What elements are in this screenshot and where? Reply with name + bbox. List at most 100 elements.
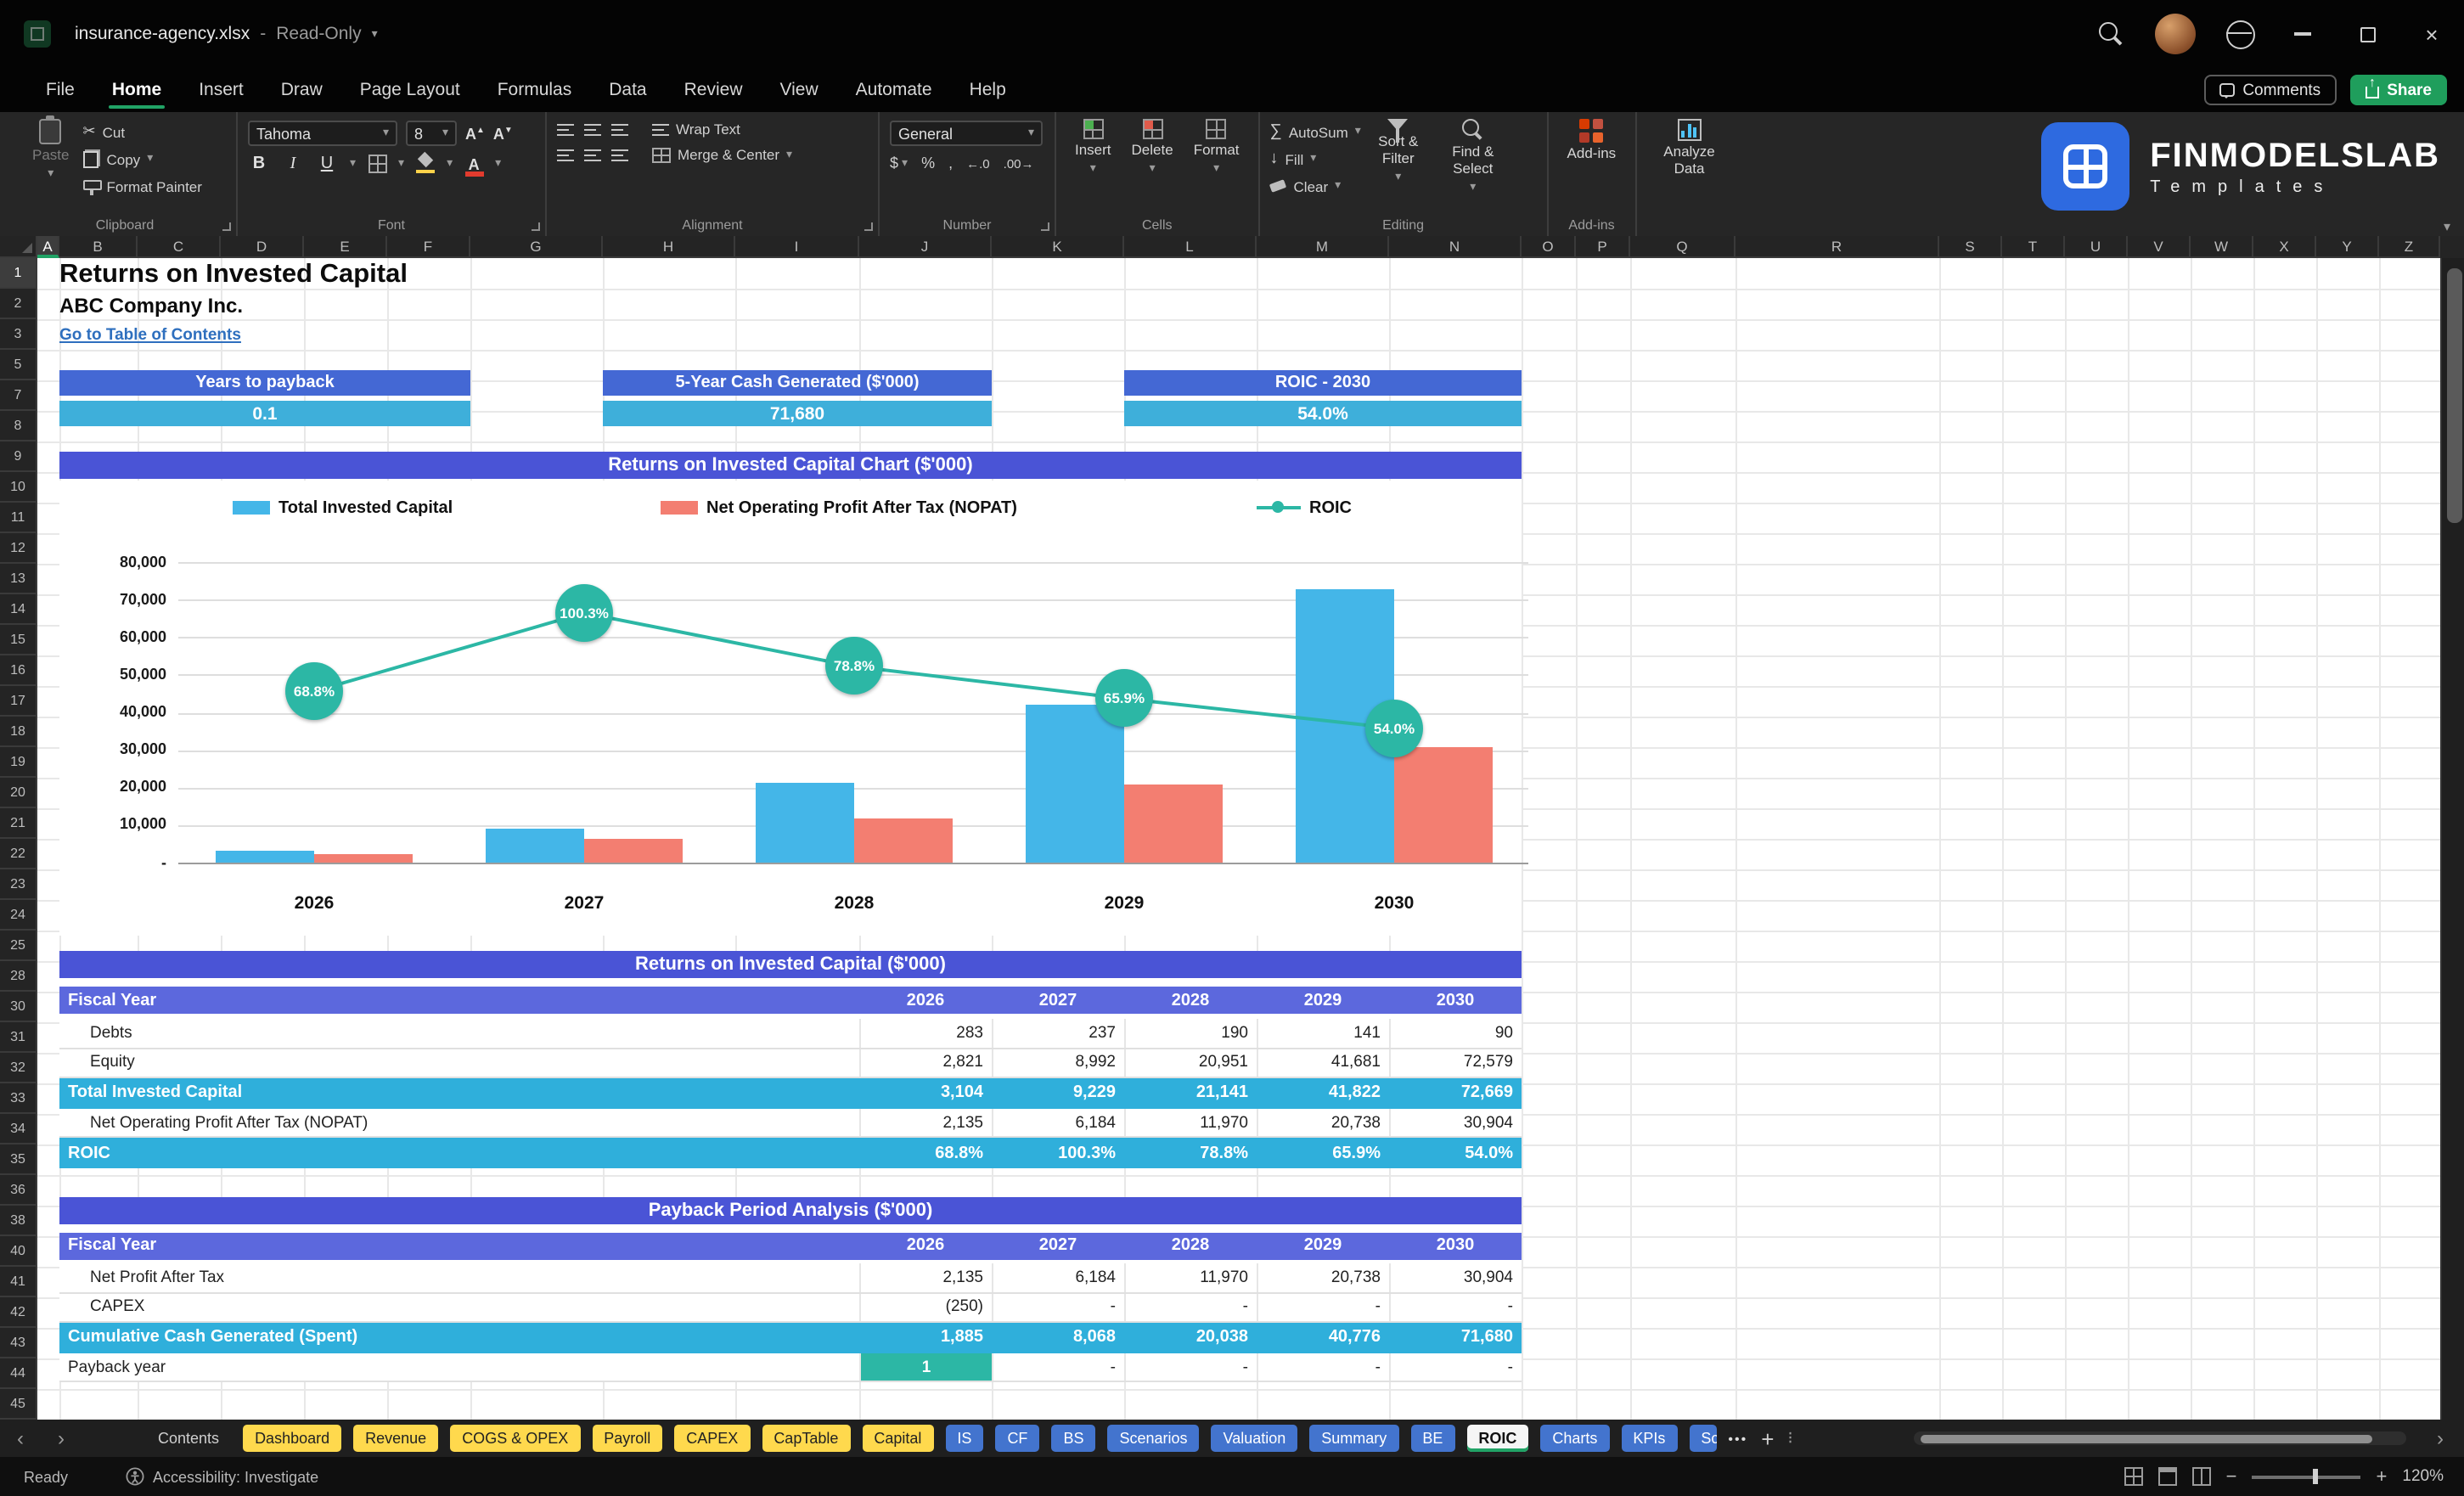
menu-tab-page-layout[interactable]: Page Layout bbox=[341, 68, 479, 112]
autosum-button[interactable]: ∑ AutoSum ▾ bbox=[1270, 121, 1361, 143]
table-row-net-profit-after-tax[interactable]: Net Profit After Tax 2,135 6,184 11,970 20,7… bbox=[59, 1263, 1522, 1294]
column-header-V[interactable]: V bbox=[2128, 236, 2191, 258]
column-header-C[interactable]: C bbox=[138, 236, 221, 258]
minimize-button[interactable] bbox=[2270, 0, 2335, 68]
row-header-10[interactable]: 10 bbox=[0, 472, 37, 503]
row-header-15[interactable]: 15 bbox=[0, 625, 37, 655]
row-header-34[interactable]: 34 bbox=[0, 1114, 37, 1144]
delete-cells-button[interactable]: Delete ▾ bbox=[1123, 112, 1182, 175]
column-header-P[interactable]: P bbox=[1576, 236, 1630, 258]
dialog-launcher-icon[interactable] bbox=[532, 222, 540, 231]
bar-net-operating-profit-after-tax-nopat-2028[interactable] bbox=[854, 818, 953, 863]
roic-data-label-2026[interactable]: 68.8% bbox=[285, 662, 343, 721]
menu-tab-data[interactable]: Data bbox=[590, 68, 665, 112]
row-header-38[interactable]: 38 bbox=[0, 1206, 37, 1236]
align-center-icon[interactable] bbox=[584, 149, 601, 160]
column-header-F[interactable]: F bbox=[387, 236, 470, 258]
sheet-tab-roic[interactable]: ROIC bbox=[1466, 1425, 1529, 1452]
cut-button[interactable]: ✂ Cut bbox=[83, 121, 202, 143]
sheet-tab-payroll[interactable]: Payroll bbox=[592, 1425, 663, 1452]
kpi-value-roic-2030[interactable]: 54.0% bbox=[1124, 401, 1522, 426]
more-sheets-button[interactable]: ••• bbox=[1728, 1431, 1747, 1446]
zoom-slider-thumb[interactable] bbox=[2313, 1469, 2319, 1484]
cell-total-invested-capital-2027[interactable]: 9,229 bbox=[992, 1078, 1124, 1108]
cell-payback-year-2028[interactable]: - bbox=[1124, 1353, 1257, 1381]
row-header-8[interactable]: 8 bbox=[0, 411, 37, 441]
cell-net-operating-profit-after-tax-nopat-2029[interactable]: 20,738 bbox=[1257, 1108, 1389, 1137]
dialog-launcher-icon[interactable] bbox=[864, 222, 873, 231]
cell-roic-2027[interactable]: 100.3% bbox=[992, 1139, 1124, 1168]
cell-total-invested-capital-2028[interactable]: 21,141 bbox=[1124, 1078, 1257, 1108]
cell-debts-2027[interactable]: 237 bbox=[992, 1019, 1124, 1048]
table-row-net-operating-profit-after-tax-nopat[interactable]: Net Operating Profit After Tax (NOPAT) 2,… bbox=[59, 1108, 1522, 1139]
cell-cumulative-cash-generated-spent-2029[interactable]: 40,776 bbox=[1257, 1323, 1389, 1353]
cell-net-operating-profit-after-tax-nopat-2027[interactable]: 6,184 bbox=[992, 1108, 1124, 1137]
row-header-24[interactable]: 24 bbox=[0, 900, 37, 931]
find-select-button[interactable]: Find & Select ▾ bbox=[1436, 112, 1510, 193]
row-header-22[interactable]: 22 bbox=[0, 839, 37, 869]
column-header-K[interactable]: K bbox=[992, 236, 1124, 258]
format-cells-button[interactable]: Format ▾ bbox=[1185, 112, 1248, 175]
column-header-X[interactable]: X bbox=[2253, 236, 2316, 258]
cell-payback-year-2026[interactable]: 1 bbox=[859, 1353, 992, 1381]
zoom-in-button[interactable]: + bbox=[2377, 1466, 2388, 1487]
column-header-E[interactable]: E bbox=[304, 236, 387, 258]
fill-button[interactable]: ↓ Fill ▾ bbox=[1270, 148, 1361, 170]
cell-cumulative-cash-generated-spent-2027[interactable]: 8,068 bbox=[992, 1323, 1124, 1353]
row-header-25[interactable]: 25 bbox=[0, 931, 37, 961]
align-left-icon[interactable] bbox=[557, 149, 574, 160]
merge-center-button[interactable]: Merge & Center ▾ bbox=[652, 146, 792, 163]
copy-button[interactable]: Copy ▾ bbox=[82, 148, 202, 170]
cell-debts-2029[interactable]: 141 bbox=[1257, 1019, 1389, 1048]
dialog-launcher-icon[interactable] bbox=[222, 222, 231, 231]
row-header-18[interactable]: 18 bbox=[0, 717, 37, 747]
sheet-nav-right-icon[interactable]: › bbox=[41, 1426, 82, 1450]
bar-total-invested-capital-2026[interactable] bbox=[216, 851, 314, 863]
italic-button[interactable]: I bbox=[282, 155, 304, 173]
row-header-23[interactable]: 23 bbox=[0, 869, 37, 900]
column-header-J[interactable]: J bbox=[859, 236, 992, 258]
row-header-20[interactable]: 20 bbox=[0, 778, 37, 808]
column-header-D[interactable]: D bbox=[221, 236, 304, 258]
cell-total-invested-capital-2029[interactable]: 41,822 bbox=[1257, 1078, 1389, 1108]
addins-button[interactable]: Add-ins bbox=[1559, 112, 1625, 163]
sheet-tab-capital[interactable]: Capital bbox=[862, 1425, 934, 1452]
cell-net-profit-after-tax-2026[interactable]: 2,135 bbox=[859, 1263, 992, 1292]
row-header-2[interactable]: 2 bbox=[0, 289, 37, 319]
cell-net-profit-after-tax-2027[interactable]: 6,184 bbox=[992, 1263, 1124, 1292]
cell-payback-year-2027[interactable]: - bbox=[992, 1353, 1124, 1381]
row-header-16[interactable]: 16 bbox=[0, 655, 37, 686]
column-header-G[interactable]: G bbox=[470, 236, 603, 258]
row-header-14[interactable]: 14 bbox=[0, 594, 37, 625]
bar-net-operating-profit-after-tax-nopat-2027[interactable] bbox=[584, 839, 683, 863]
row-header-45[interactable]: 45 bbox=[0, 1389, 37, 1420]
collapse-ribbon-icon[interactable]: ▾ bbox=[2444, 219, 2450, 234]
row-header-3[interactable]: 3 bbox=[0, 319, 37, 350]
roic-data-label-2027[interactable]: 100.3% bbox=[555, 583, 613, 642]
table-row-payback-year[interactable]: Payback year 1- - - - bbox=[59, 1353, 1522, 1383]
zoom-slider[interactable] bbox=[2252, 1469, 2361, 1484]
row-header-32[interactable]: 32 bbox=[0, 1053, 37, 1083]
sheet-tab-summary[interactable]: Summary bbox=[1309, 1425, 1399, 1452]
sheet-tab-be[interactable]: BE bbox=[1410, 1425, 1455, 1452]
sort-filter-button[interactable]: Sort & Filter ▾ bbox=[1361, 112, 1436, 183]
row-header-9[interactable]: 9 bbox=[0, 441, 37, 472]
sheet-tab-captable[interactable]: CapTable bbox=[762, 1425, 851, 1452]
menu-tab-home[interactable]: Home bbox=[93, 68, 180, 112]
bar-total-invested-capital-2027[interactable] bbox=[486, 828, 584, 863]
vertical-scrollbar[interactable] bbox=[2440, 258, 2464, 1420]
cell-net-operating-profit-after-tax-nopat-2030[interactable]: 30,904 bbox=[1389, 1108, 1522, 1137]
document-title[interactable]: insurance-agency.xlsx - Read-Only ▾ bbox=[75, 24, 378, 44]
increase-font-icon[interactable]: A▲ bbox=[465, 125, 485, 142]
column-header-T[interactable]: T bbox=[2002, 236, 2065, 258]
table-row-equity[interactable]: Equity 2,821 8,992 20,951 41,681 72,579 bbox=[59, 1049, 1522, 1079]
column-header-Y[interactable]: Y bbox=[2316, 236, 2379, 258]
column-header-B[interactable]: B bbox=[59, 236, 138, 258]
sheet-tab-cf[interactable]: CF bbox=[995, 1425, 1040, 1452]
insert-cells-button[interactable]: Insert ▾ bbox=[1066, 112, 1120, 175]
comma-format-button[interactable]: , bbox=[948, 155, 953, 172]
restore-button[interactable] bbox=[2335, 0, 2399, 68]
row-header-44[interactable]: 44 bbox=[0, 1358, 37, 1389]
cell-debts-2028[interactable]: 190 bbox=[1124, 1019, 1257, 1048]
bar-net-operating-profit-after-tax-nopat-2029[interactable] bbox=[1124, 785, 1223, 863]
